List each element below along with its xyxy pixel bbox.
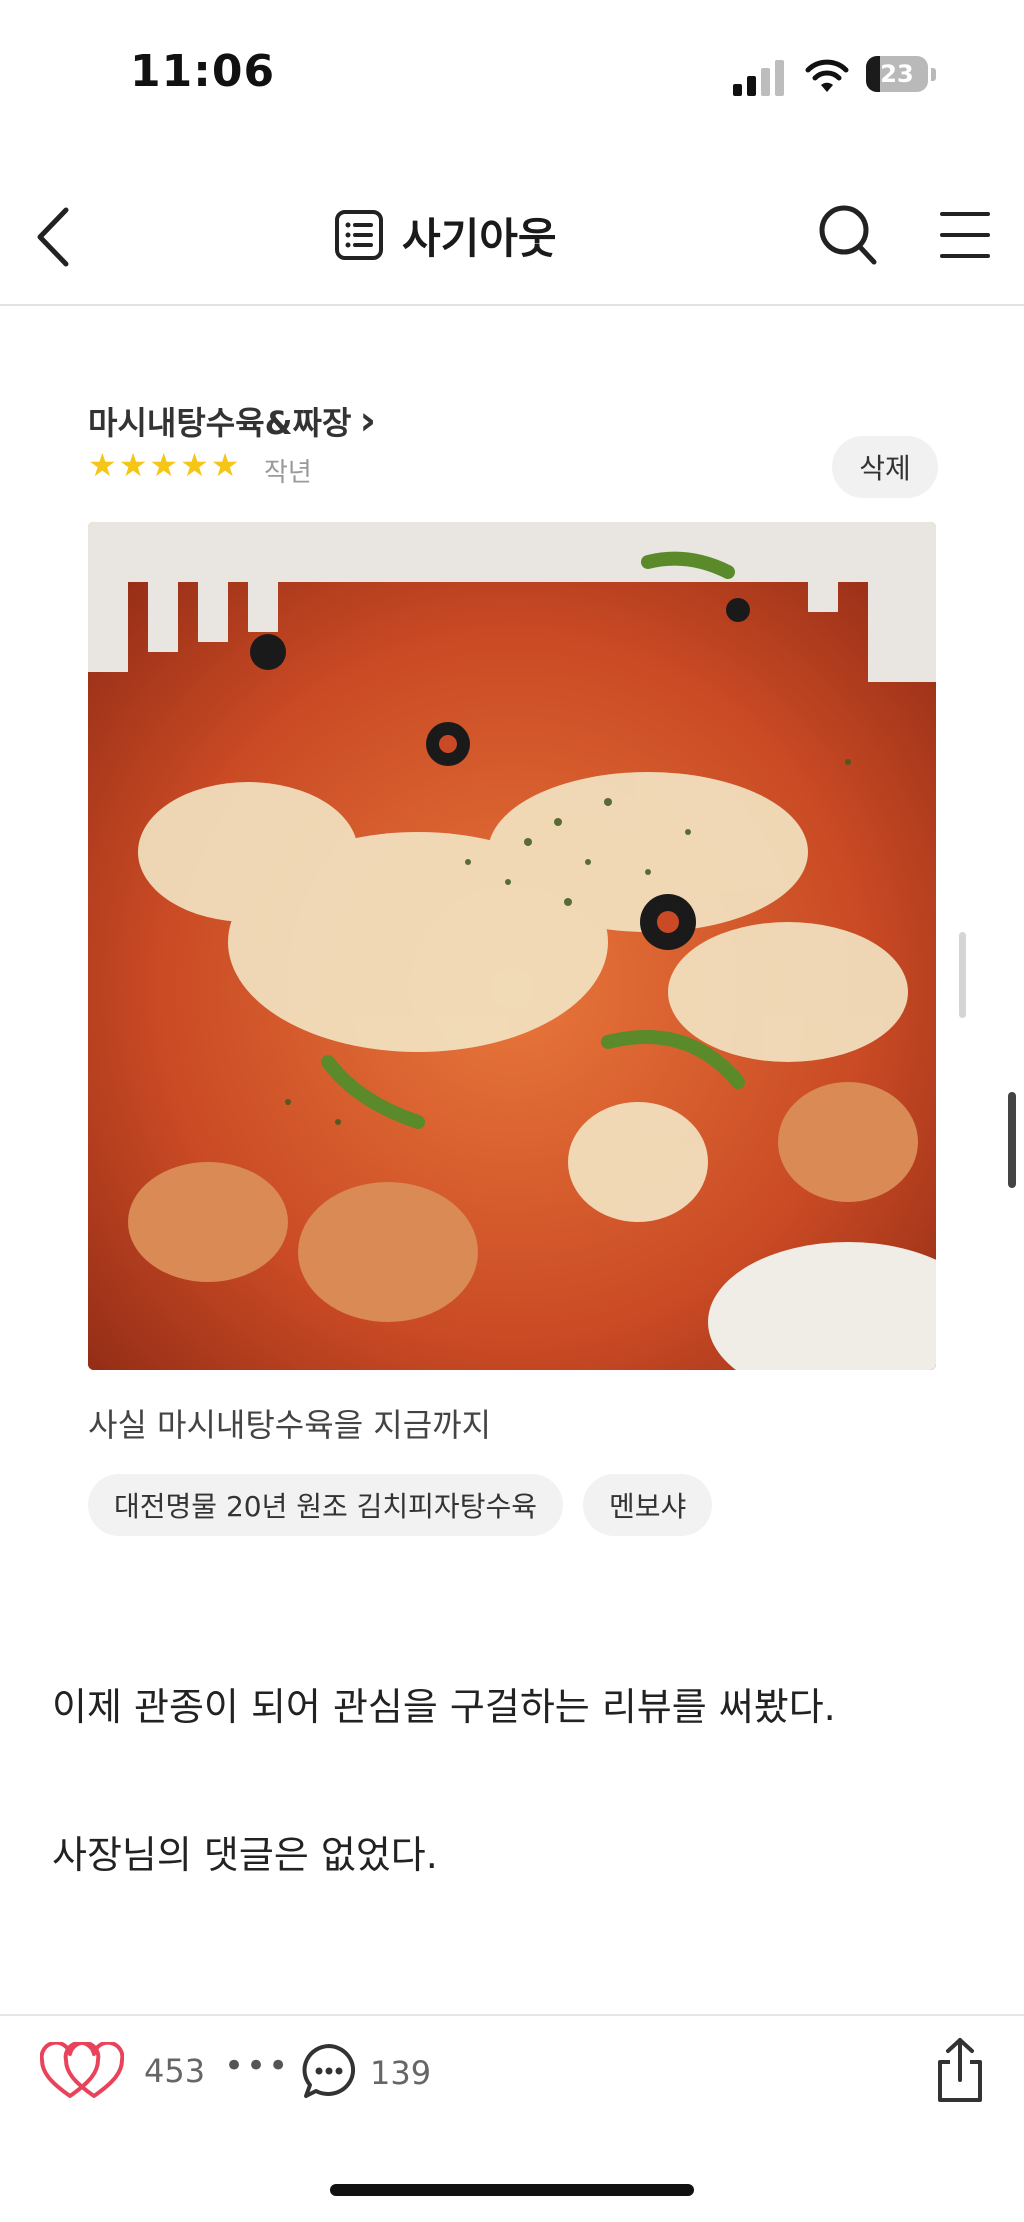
cellular-signal-icon xyxy=(733,60,784,96)
body-text-line: 이제 관종이 되어 관심을 구걸하는 리뷰를 써봤다. xyxy=(52,1685,836,1729)
wifi-icon xyxy=(805,59,849,92)
page-scrollbar[interactable] xyxy=(1008,1092,1016,1188)
page-title: 사기아웃 xyxy=(402,213,557,263)
chevron-right-icon: › xyxy=(359,398,376,444)
body-text-line: 사장님의 댓글은 없었다. xyxy=(52,1833,438,1877)
star-icon: ★ xyxy=(118,446,148,484)
star-icon: ★ xyxy=(149,446,179,484)
nav-title-group[interactable]: 사기아웃 xyxy=(334,200,557,270)
share-icon[interactable] xyxy=(932,2036,988,2106)
review-tag[interactable]: 멘보샤 xyxy=(582,1474,713,1536)
review-tag[interactable]: 대전명물 20년 원조 김치피자탕수육 xyxy=(88,1474,563,1536)
store-name-link[interactable]: 마시내탕수육&짜장 › xyxy=(88,398,376,444)
chevron-left-icon[interactable] xyxy=(30,202,80,272)
star-icon: ★ xyxy=(180,446,209,484)
hamburger-menu-icon[interactable] xyxy=(938,202,992,268)
battery-icon: 23 xyxy=(866,56,936,94)
food-photo-image xyxy=(88,522,936,1370)
star-icon: ★ xyxy=(210,446,240,484)
food-photo[interactable] xyxy=(88,522,936,1370)
delete-button[interactable]: 삭제 xyxy=(832,436,938,498)
home-indicator[interactable] xyxy=(330,2184,694,2196)
battery-level: 23 xyxy=(880,60,914,88)
top-nav-bar: 사기아웃 xyxy=(0,180,1024,306)
star-rating: ★ ★ ★ ★ ★ xyxy=(88,448,239,482)
star-icon: ★ xyxy=(88,446,117,484)
status-time: 11:06 xyxy=(130,46,276,97)
store-name: 마시내탕수육&짜장 xyxy=(88,404,352,442)
more-options-button[interactable]: ••• xyxy=(224,2046,290,2086)
image-scroll-indicator xyxy=(959,932,966,1018)
comment-count: 139 xyxy=(370,2054,432,2092)
review-text: 사실 마시내탕수육을 지금까지 xyxy=(88,1406,492,1444)
list-document-icon xyxy=(335,210,383,260)
review-tags: 대전명물 20년 원조 김치피자탕수육 멘보샤 xyxy=(88,1474,713,1536)
speech-bubble-icon[interactable] xyxy=(300,2042,358,2100)
search-icon[interactable] xyxy=(816,200,880,268)
like-count: 453 xyxy=(144,2052,206,2090)
review-date: 작년 xyxy=(264,458,312,488)
double-heart-icon[interactable] xyxy=(40,2042,124,2102)
